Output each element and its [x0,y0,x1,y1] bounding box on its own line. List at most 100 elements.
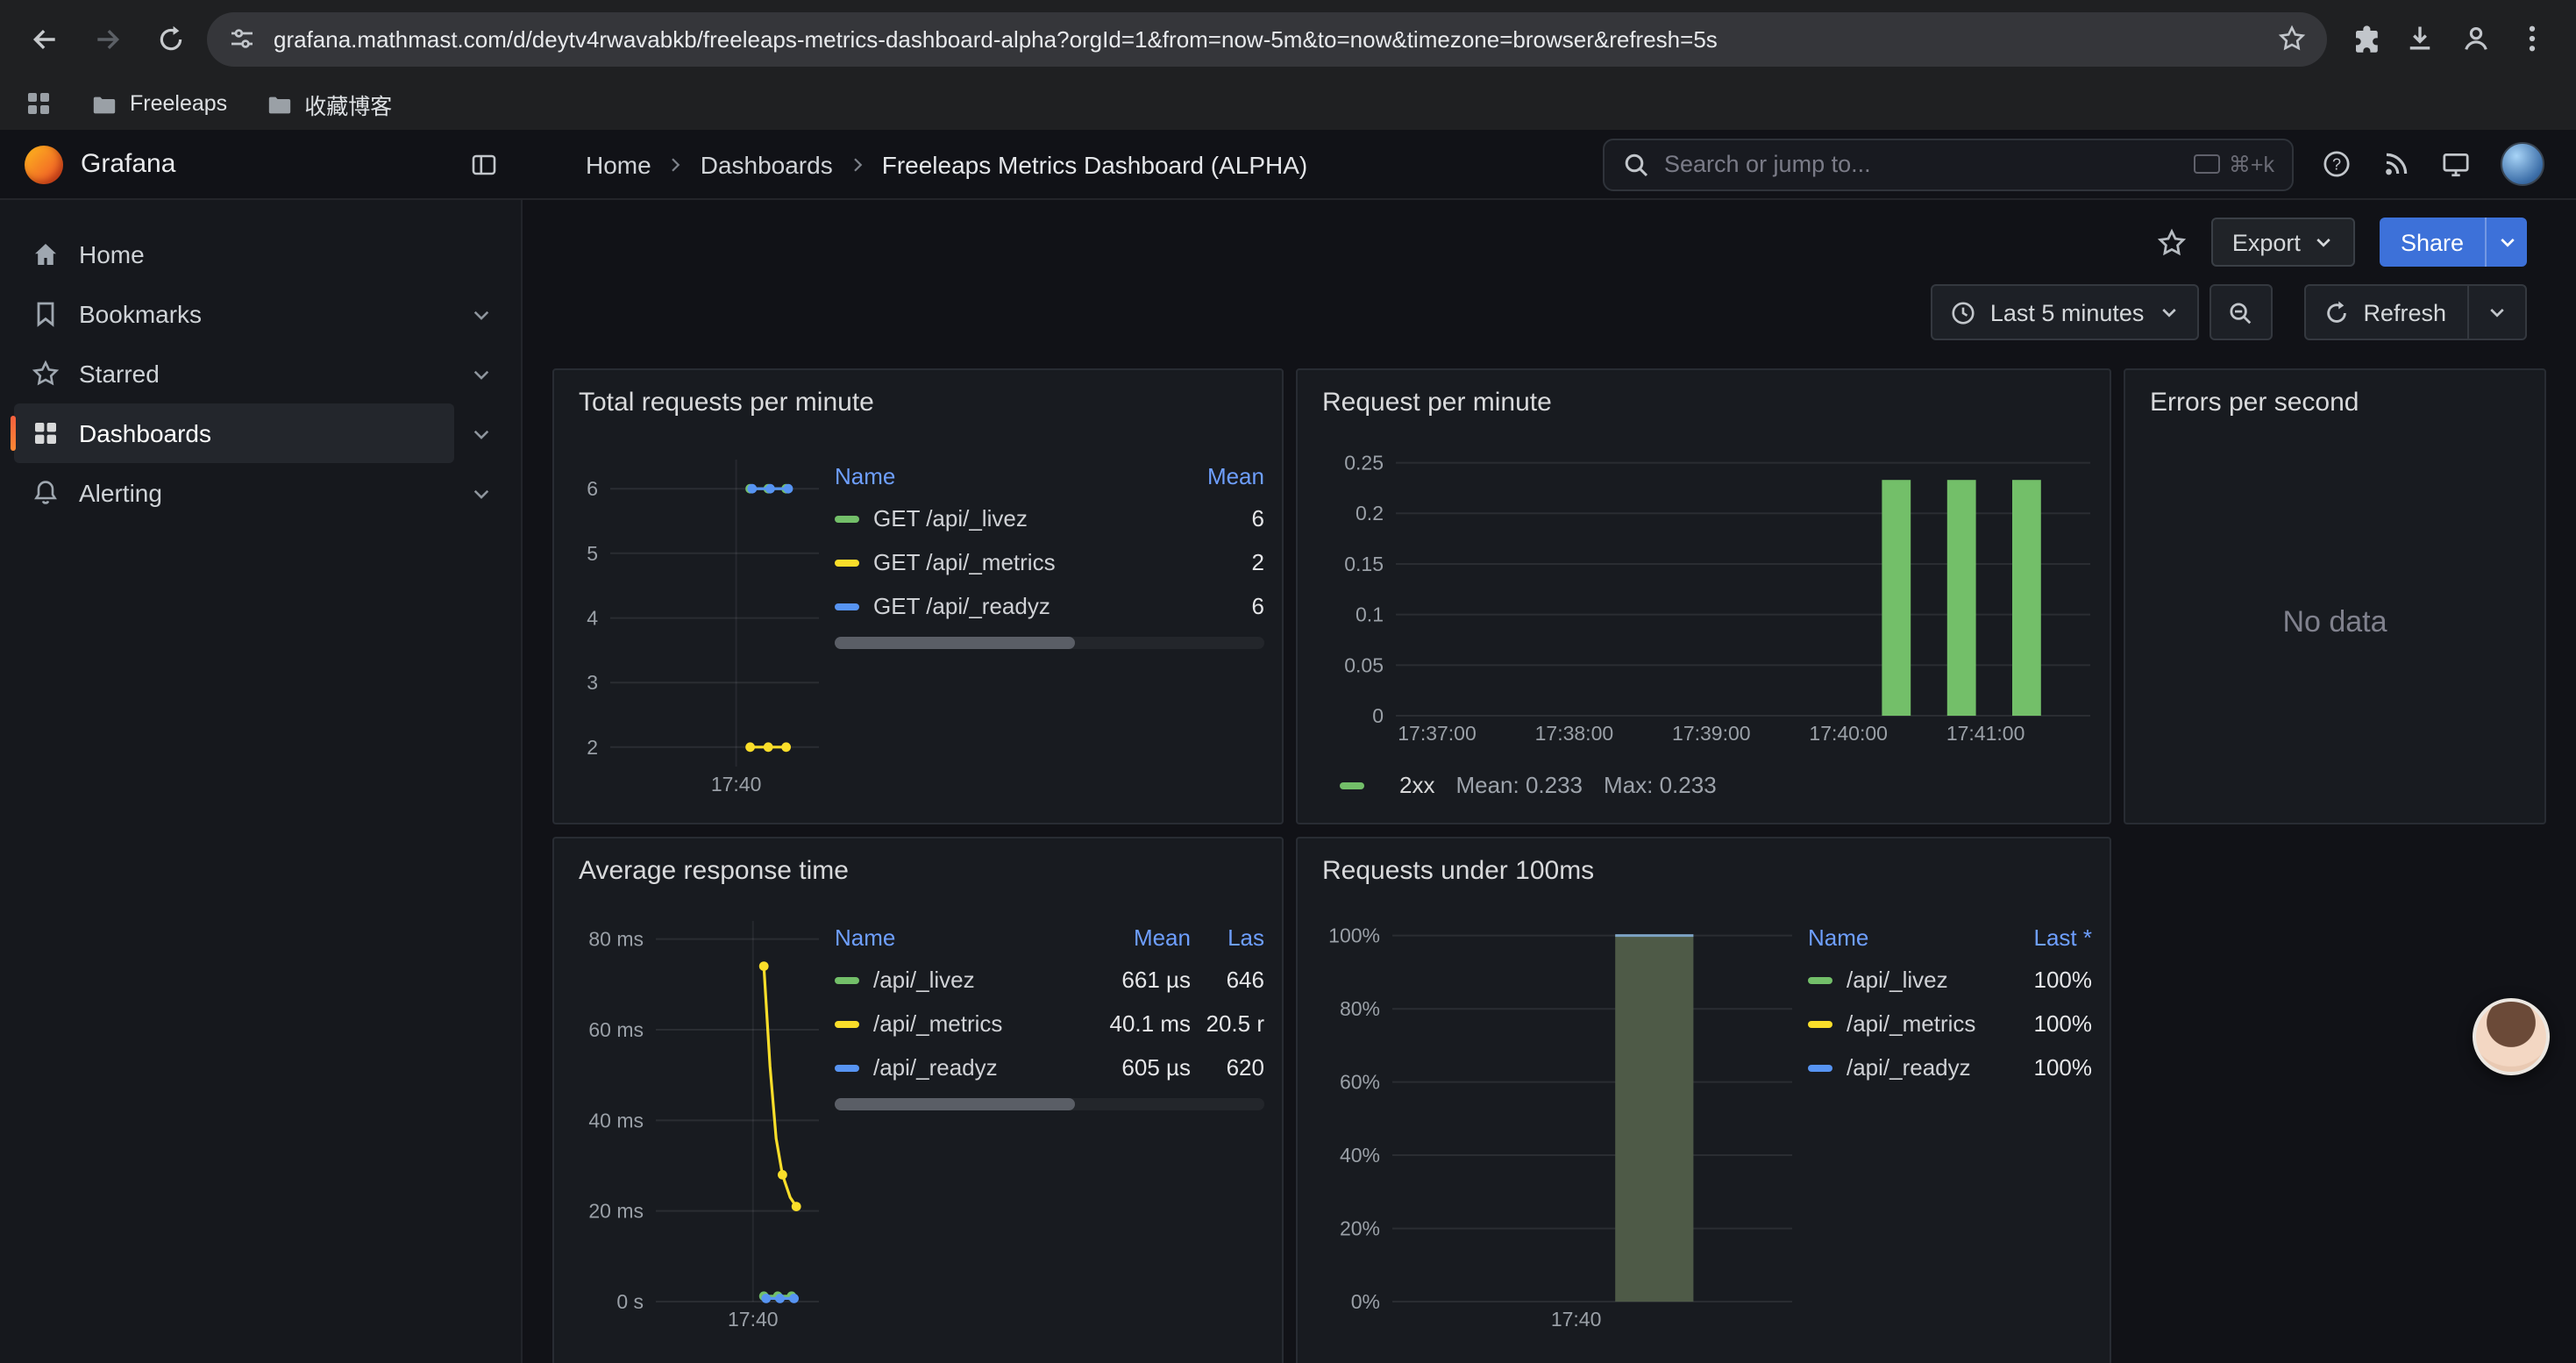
panel-title[interactable]: Request per minute [1315,384,2092,426]
legend-header-last[interactable]: Las [1191,924,1264,950]
series-color-chip [1808,1064,1832,1071]
time-range-picker[interactable]: Last 5 minutes [1931,284,2199,340]
chevron-down-icon[interactable] [454,482,507,504]
legend-header-mean[interactable]: Mean [1180,462,1264,489]
address-bar[interactable]: grafana.mathmast.com/d/deytv4rwavabkb/fr… [207,11,2327,66]
sidebar-item-bookmarks[interactable]: Bookmarks [14,284,507,344]
dashboards-grid-icon [32,419,60,447]
sidebar-item-dashboards[interactable]: Dashboards [14,403,507,463]
series-name[interactable]: 2xx [1399,772,1434,798]
legend-table: Name Mean GET /api/_livez 6 [835,454,1264,798]
sidebar-item-label: Dashboards [79,419,211,447]
user-avatar[interactable] [2501,142,2544,186]
legend-table: Name Mean Las /api/_livez 661 µs 646 [835,916,1264,1333]
series-name[interactable]: /api/_livez [1847,967,2008,993]
chevron-down-icon[interactable] [454,362,507,385]
bookmark-item-freeleaps[interactable]: Freeleaps [91,90,227,117]
chart-svg: 6543217:40 [572,454,821,798]
panel-title[interactable]: Requests under 100ms [1315,853,2092,895]
legend-scrollbar[interactable] [835,1098,1264,1110]
breadcrumb: Home Dashboards Freeleaps Metrics Dashbo… [586,150,1307,178]
legend-row: /api/_metrics 100% [1808,1002,2092,1045]
total-requests-chart[interactable]: 6543217:40 [572,454,821,798]
panel-title[interactable]: Errors per second [2143,384,2527,426]
series-mean: 40.1 ms [1082,1010,1191,1037]
under-100ms-chart[interactable]: 100%80%60%40%20%0%17:40 [1315,916,1794,1333]
series-name[interactable]: /api/_metrics [873,1010,1082,1037]
series-name[interactable]: /api/_livez [873,967,1082,993]
sidebar-item-home[interactable]: Home [14,225,507,284]
sidebar-toggle-icon[interactable] [470,150,498,178]
extensions-icon[interactable] [2348,23,2380,54]
legend-header-last[interactable]: Last * [2008,924,2092,950]
svg-text:17:39:00: 17:39:00 [1672,722,1751,745]
series-name[interactable]: /api/_readyz [873,1054,1082,1081]
bookmark-star-icon[interactable] [2278,25,2306,53]
series-name[interactable]: /api/_metrics [1847,1010,2008,1037]
browser-menu-icon[interactable] [2516,23,2548,54]
series-name[interactable]: GET /api/_livez [873,505,1180,532]
series-name[interactable]: GET /api/_readyz [873,593,1180,619]
breadcrumb-dashboards[interactable]: Dashboards [701,150,833,178]
help-icon[interactable]: ? [2322,149,2352,179]
news-rss-icon[interactable] [2381,149,2411,179]
back-button[interactable] [18,12,70,65]
search-input[interactable]: Search or jump to... ⌘+k [1603,138,2294,190]
favorite-star-icon[interactable] [2157,227,2187,257]
request-per-minute-chart[interactable]: 0.250.20.150.10.05017:37:0017:38:0017:39… [1315,447,2092,747]
scrollbar-thumb[interactable] [835,1098,1075,1110]
profile-icon[interactable] [2460,23,2492,54]
svg-text:80 ms: 80 ms [588,928,644,951]
browser-toolbar: grafana.mathmast.com/d/deytv4rwavabkb/fr… [0,0,2576,77]
monitor-icon[interactable] [2441,149,2471,179]
grafana-logo[interactable] [25,145,63,183]
sidebar-item-alerting[interactable]: Alerting [14,463,507,523]
legend-row: GET /api/_readyz 6 [835,584,1264,628]
legend-row: /api/_metrics 40.1 ms 20.5 r [835,1002,1264,1045]
sidebar-item-label: Bookmarks [79,300,202,328]
chevron-down-icon[interactable] [454,303,507,325]
svg-text:4: 4 [587,607,598,630]
chat-widget-avatar[interactable] [2473,998,2550,1075]
browser-actions [2338,23,2558,54]
svg-text:20%: 20% [1340,1217,1380,1240]
svg-text:?: ? [2332,155,2341,173]
legend-header-name[interactable]: Name [835,924,1082,950]
refresh-button[interactable]: Refresh [2303,284,2527,340]
forward-button[interactable] [81,12,133,65]
zoom-out-button[interactable] [2209,284,2272,340]
series-mean-stat: Mean: 0.233 [1455,772,1583,798]
svg-text:17:40: 17:40 [711,773,762,796]
downloads-icon[interactable] [2404,23,2436,54]
reload-button[interactable] [144,12,196,65]
export-button[interactable]: Export [2211,218,2355,267]
average-response-chart[interactable]: 80 ms60 ms40 ms20 ms0 s17:40 [572,916,821,1333]
sidebar-item-starred[interactable]: Starred [14,344,507,403]
legend-scrollbar[interactable] [835,637,1264,649]
series-name[interactable]: /api/_readyz [1847,1054,2008,1081]
chevron-down-icon[interactable] [2487,302,2508,323]
series-mean: 6 [1180,505,1264,532]
screen: grafana.mathmast.com/d/deytv4rwavabkb/fr… [0,0,2576,1363]
sidebar-nav: Home Bookmarks Starred [0,200,523,1363]
series-color-chip [1340,781,1364,789]
breadcrumb-home[interactable]: Home [586,150,651,178]
legend-header-name[interactable]: Name [835,462,1180,489]
svg-text:17:37:00: 17:37:00 [1398,722,1477,745]
site-settings-icon[interactable] [228,25,256,53]
svg-text:17:40:00: 17:40:00 [1809,722,1888,745]
scrollbar-thumb[interactable] [835,637,1075,649]
panel-title[interactable]: Total requests per minute [572,384,1264,426]
url-text[interactable]: grafana.mathmast.com/d/deytv4rwavabkb/fr… [274,25,2260,52]
bookmark-item-blog[interactable]: 收藏博客 [266,87,392,120]
apps-grid-icon[interactable] [25,89,53,118]
legend-header-mean[interactable]: Mean [1082,924,1191,950]
chevron-down-icon[interactable] [454,422,507,445]
share-menu-caret[interactable] [2485,218,2527,267]
panel-title[interactable]: Average response time [572,853,1264,895]
series-name[interactable]: GET /api/_metrics [873,549,1180,575]
sidebar-item-label: Alerting [79,479,162,507]
bookmark-icon [32,300,60,328]
legend-header-name[interactable]: Name [1808,924,2008,950]
share-button[interactable]: Share [2380,218,2527,267]
